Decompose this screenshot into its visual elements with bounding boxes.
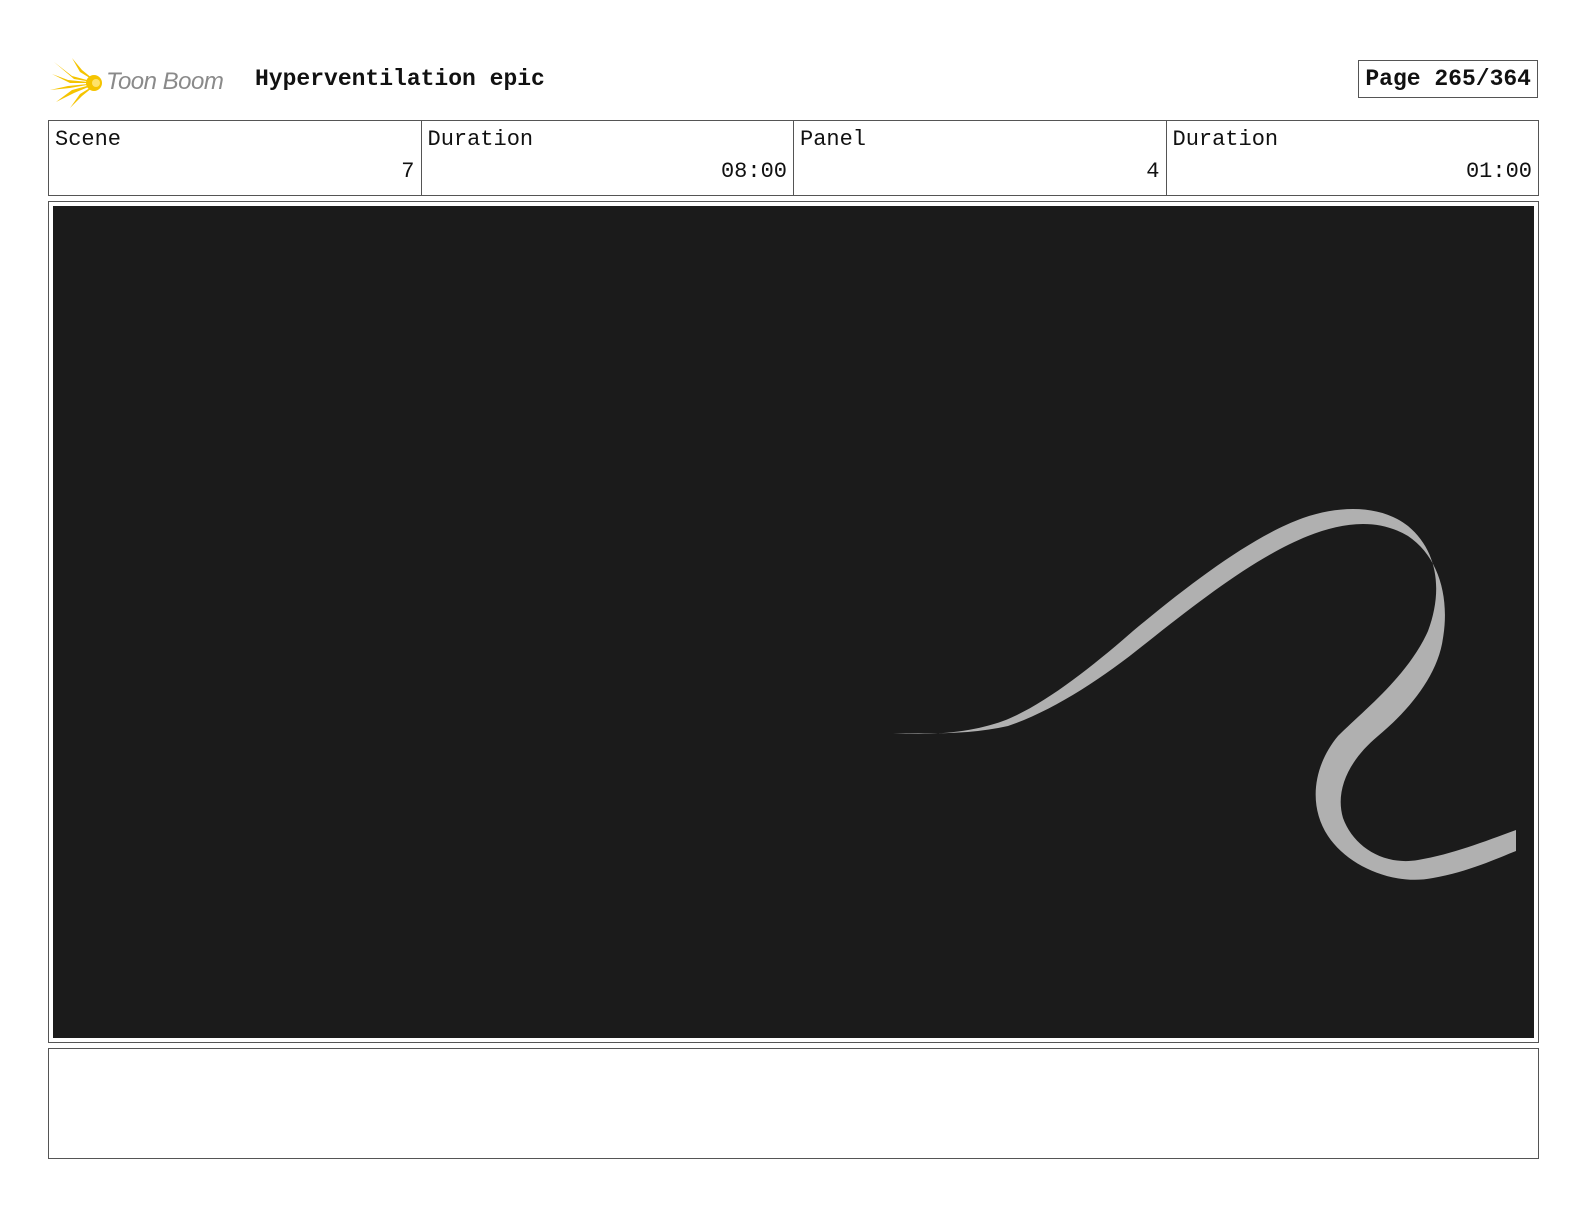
panel-value: 4 — [1146, 159, 1160, 184]
storyboard-panel-frame — [48, 201, 1539, 1043]
panel-cell: Panel 4 — [794, 121, 1167, 195]
scene-cell: Scene 7 — [49, 121, 422, 195]
page-number: Page 265/364 — [1358, 60, 1538, 98]
panel-duration-value: 01:00 — [1465, 159, 1532, 184]
starburst-icon — [50, 58, 102, 108]
panel-duration-label: Duration — [1172, 127, 1279, 152]
scene-duration-label: Duration — [427, 127, 534, 152]
logo-text: Toon Boom — [106, 68, 224, 95]
scene-info-table: Scene 7 Duration 08:00 Panel 4 Duration … — [48, 120, 1539, 196]
scene-label: Scene — [55, 127, 122, 152]
panel-notes-box — [48, 1048, 1539, 1159]
scene-duration-cell: Duration 08:00 — [422, 121, 794, 195]
panel-background — [53, 206, 1534, 1038]
scene-value: 7 — [401, 159, 415, 184]
storyboard-panel-drawing — [53, 206, 1534, 1038]
toon-boom-logo: Toon Boom — [50, 56, 240, 108]
panel-duration-cell: Duration 01:00 — [1167, 121, 1539, 195]
project-title: Hyperventilation epic — [255, 66, 545, 92]
scene-duration-value: 08:00 — [720, 159, 787, 184]
page-header: Toon Boom Hyperventilation epic Page 265… — [48, 52, 1538, 108]
panel-label: Panel — [800, 127, 867, 152]
